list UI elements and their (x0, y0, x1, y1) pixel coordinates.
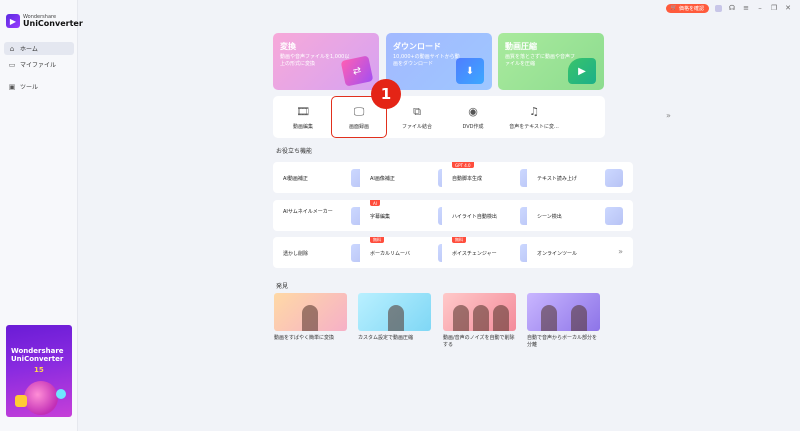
useful-section-title: お役立ち機能 (276, 148, 313, 155)
tool-speech-to-text[interactable]: ♫ 音声をテキストに変... (501, 96, 567, 138)
screen-record-icon: 🖵 (353, 104, 365, 118)
promo-banner[interactable]: Wondershare UniConverter 15 (6, 325, 72, 417)
tool-label: 音声をテキストに変... (509, 123, 559, 130)
discover-card[interactable]: 動画/音声のノイズを自動で削除する (443, 293, 516, 349)
promo-line2: UniConverter (11, 355, 64, 364)
discover-thumbnail (527, 293, 600, 331)
promo-illustration (24, 381, 58, 415)
speech-to-text-icon: ♫ (529, 104, 539, 118)
discover-title: カスタム設定で動画圧縮 (358, 335, 414, 341)
util-text-to-speech[interactable]: テキスト読み上げ (527, 162, 633, 193)
discover-card[interactable]: 動画をすばやく簡単に変換 (274, 293, 347, 342)
promo-decoration (15, 395, 27, 407)
util-label: AI画像補正 (370, 176, 395, 182)
convert-icon: ⇄ (340, 55, 374, 87)
sidebar-item-home[interactable]: ⌂ ホーム (4, 42, 74, 55)
util-label: ボイスチェンジャー (452, 251, 497, 257)
feature-card-desc: 画質を落とさずに動画や音声ファイルを圧縮 (505, 54, 576, 67)
sidebar: ▶ Wondershare UniConverter ⌂ ホーム ▭ マイファイ… (0, 0, 83, 431)
disc-icon: ◉ (468, 104, 478, 118)
util-label: ハイライト自動検出 (452, 214, 497, 220)
tool-label: DVD作成 (462, 123, 484, 130)
util-label: AIサムネイルメーカー (283, 209, 333, 215)
sidebar-nav: ⌂ ホーム ▭ マイファイル ▣ ツール (4, 42, 74, 96)
scene-detect-icon (605, 207, 623, 225)
free-badge: 無料 (452, 237, 466, 243)
util-online-tools[interactable]: オンラインツール » (527, 237, 633, 268)
toolbox-icon: ▣ (8, 82, 16, 91)
feature-card-compress[interactable]: 動画圧縮 画質を落とさずに動画や音声ファイルを圧縮 ▶ (498, 33, 604, 90)
main-content: 変換 動画や音声ファイルを1,000以上の形式に変換 ⇄ ダウンロード 10,0… (78, 0, 800, 431)
feature-card-desc: 動画や音声ファイルを1,000以上の形式に変換 (280, 54, 350, 67)
discover-thumbnail (274, 293, 347, 331)
util-label: 自動脚本生成 (452, 176, 483, 182)
util-label: オンラインツール (537, 251, 578, 257)
tool-label: 画面録画 (348, 123, 369, 130)
promo-version: 15 (34, 366, 44, 374)
util-label: シーン検出 (537, 214, 562, 220)
app-logo: ▶ Wondershare UniConverter (6, 14, 83, 28)
text-to-speech-icon (605, 169, 623, 187)
discover-card[interactable]: カスタム設定で動画圧縮 (358, 293, 431, 342)
discover-title: 動画をすばやく簡単に変換 (274, 335, 335, 341)
util-label: テキスト読み上げ (537, 176, 577, 182)
promo-decoration (56, 389, 66, 399)
uniconverter-logo-icon: ▶ (6, 14, 20, 28)
product-name: UniConverter (23, 18, 83, 28)
discover-card[interactable]: 自動で音声からボーカル部分を分離 (527, 293, 600, 349)
feature-card-download[interactable]: ダウンロード 10,000+の動画サイトから動画をダウンロード ⬇ (386, 33, 492, 90)
tool-label: ファイル結合 (401, 123, 432, 130)
more-tools-chevron-icon[interactable]: » (666, 111, 671, 120)
feature-card-title: ダウンロード (393, 42, 441, 51)
download-icon: ⬇ (456, 58, 484, 84)
tool-video-editor[interactable]: 🎞 動画編集 (275, 96, 331, 138)
film-icon: 🎞 (296, 104, 310, 118)
util-scene-detect[interactable]: シーン検出 (527, 200, 633, 231)
chevron-right-icon: » (618, 247, 623, 256)
discover-section-title: 発見 (276, 283, 289, 290)
sidebar-item-tools[interactable]: ▣ ツール (4, 80, 74, 93)
sidebar-item-label: マイファイル (20, 62, 57, 69)
step-callout-badge: 1 (371, 79, 401, 109)
discover-title: 動画/音声のノイズを自動で削除する (443, 335, 515, 348)
promo-line1: Wondershare (11, 347, 64, 355)
gpt-badge: GPT 4.0 (452, 162, 474, 168)
sidebar-item-label: ツール (20, 84, 39, 91)
util-label: AI動画補正 (283, 176, 308, 182)
free-badge: 無料 (370, 237, 384, 243)
sidebar-item-label: ホーム (20, 46, 38, 53)
discover-title: 自動で音声からボーカル部分を分離 (527, 335, 598, 348)
util-label: ボーカルリムーバ (370, 251, 410, 257)
sidebar-item-my-files[interactable]: ▭ マイファイル (4, 58, 74, 71)
feature-card-title: 変換 (280, 42, 296, 51)
util-label: 透かし削除 (283, 251, 309, 257)
feature-card-title: 動画圧縮 (505, 42, 537, 51)
ai-badge: AI (370, 200, 380, 206)
feature-card-desc: 10,000+の動画サイトから動画をダウンロード (393, 54, 460, 67)
quick-tools-row: 🎞 動画編集 🖵 画面録画 ⧉ ファイル結合 ◉ DVD作成 ♫ 音声をテキスト… (273, 96, 605, 138)
discover-thumbnail (443, 293, 516, 331)
feature-card-convert[interactable]: 変換 動画や音声ファイルを1,000以上の形式に変換 ⇄ (273, 33, 379, 90)
discover-thumbnail (358, 293, 431, 331)
folder-icon: ▭ (8, 60, 16, 69)
util-label: 字幕編集 (370, 214, 391, 220)
merge-icon: ⧉ (413, 104, 421, 118)
compress-icon: ▶ (568, 58, 596, 84)
tool-label: 動画編集 (292, 123, 313, 130)
tool-dvd-burner[interactable]: ◉ DVD作成 (445, 96, 501, 138)
home-icon: ⌂ (9, 44, 15, 53)
